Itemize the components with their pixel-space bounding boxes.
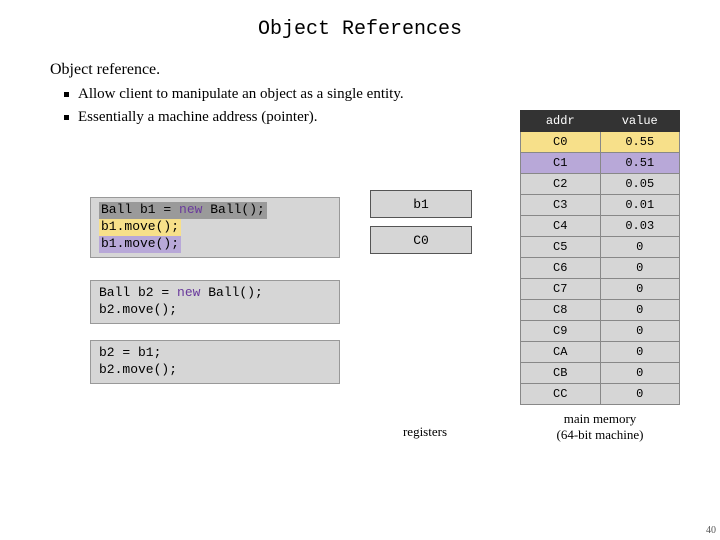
cell-addr: CC: [521, 384, 601, 405]
slide-title: Object References: [0, 0, 720, 41]
table-row: CC0: [521, 384, 680, 405]
cell-value: 0: [600, 321, 680, 342]
slide: Object References Object reference. Allo…: [0, 0, 720, 540]
cell-addr: CB: [521, 363, 601, 384]
cell-addr: CA: [521, 342, 601, 363]
cell-addr: C8: [521, 300, 601, 321]
table-row: C10.51: [521, 153, 680, 174]
bullet-item: Allow client to manipulate an object as …: [64, 83, 680, 106]
registers-label: registers: [370, 424, 480, 440]
cell-value: 0: [600, 363, 680, 384]
code-hl: Ball b1 = new Ball();: [99, 202, 267, 219]
register-cell: b1: [370, 190, 472, 218]
memory-label-line: (64-bit machine): [557, 427, 644, 442]
col-value: value: [600, 111, 680, 132]
table-row: C00.55: [521, 132, 680, 153]
code-block-3: b2 = b1; b2.move();: [90, 340, 340, 384]
cell-value: 0: [600, 342, 680, 363]
table-row: C20.05: [521, 174, 680, 195]
table-row: C60: [521, 258, 680, 279]
col-addr: addr: [521, 111, 601, 132]
cell-value: 0.51: [600, 153, 680, 174]
table-row: C50: [521, 237, 680, 258]
table-row: C40.03: [521, 216, 680, 237]
cell-value: 0: [600, 258, 680, 279]
code-hl: b1.move();: [99, 236, 181, 253]
code-text: b2 = b1;: [99, 345, 161, 360]
cell-value: 0: [600, 384, 680, 405]
cell-addr: C7: [521, 279, 601, 300]
cell-addr: C3: [521, 195, 601, 216]
code-hl: b1.move();: [99, 219, 181, 236]
memory-table: addr value C00.55C10.51C20.05C30.01C40.0…: [520, 110, 680, 405]
page-number: 40: [706, 525, 716, 536]
cell-value: 0.05: [600, 174, 680, 195]
cell-addr: C6: [521, 258, 601, 279]
code-text: b2.move();: [99, 302, 177, 317]
code-text: b2.move();: [99, 362, 177, 377]
subheading: Object reference.: [50, 61, 680, 79]
cell-addr: C0: [521, 132, 601, 153]
table-header-row: addr value: [521, 111, 680, 132]
code-text: Ball();: [200, 285, 262, 300]
table-row: CA0: [521, 342, 680, 363]
table-row: CB0: [521, 363, 680, 384]
memory-block: addr value C00.55C10.51C20.05C30.01C40.0…: [520, 110, 680, 442]
code-text: Ball();: [202, 202, 264, 217]
table-row: C90: [521, 321, 680, 342]
cell-value: 0: [600, 300, 680, 321]
table-row: C30.01: [521, 195, 680, 216]
cell-value: 0.01: [600, 195, 680, 216]
cell-value: 0.55: [600, 132, 680, 153]
cell-value: 0: [600, 279, 680, 300]
registers-block: b1 C0 registers: [370, 190, 480, 440]
cell-addr: C4: [521, 216, 601, 237]
cell-addr: C1: [521, 153, 601, 174]
cell-addr: C9: [521, 321, 601, 342]
code-text: Ball b1 =: [101, 202, 179, 217]
cell-value: 0: [600, 237, 680, 258]
code-text: Ball b2 =: [99, 285, 177, 300]
code-keyword: new: [177, 285, 200, 300]
memory-label: main memory (64-bit machine): [520, 411, 680, 442]
code-block-1: Ball b1 = new Ball(); b1.move(); b1.move…: [90, 197, 340, 258]
cell-addr: C2: [521, 174, 601, 195]
cell-value: 0.03: [600, 216, 680, 237]
cell-addr: C5: [521, 237, 601, 258]
table-row: C70: [521, 279, 680, 300]
code-block-2: Ball b2 = new Ball(); b2.move();: [90, 280, 340, 324]
table-row: C80: [521, 300, 680, 321]
code-keyword: new: [179, 202, 202, 217]
memory-label-line: main memory: [564, 411, 637, 426]
register-cell: C0: [370, 226, 472, 254]
